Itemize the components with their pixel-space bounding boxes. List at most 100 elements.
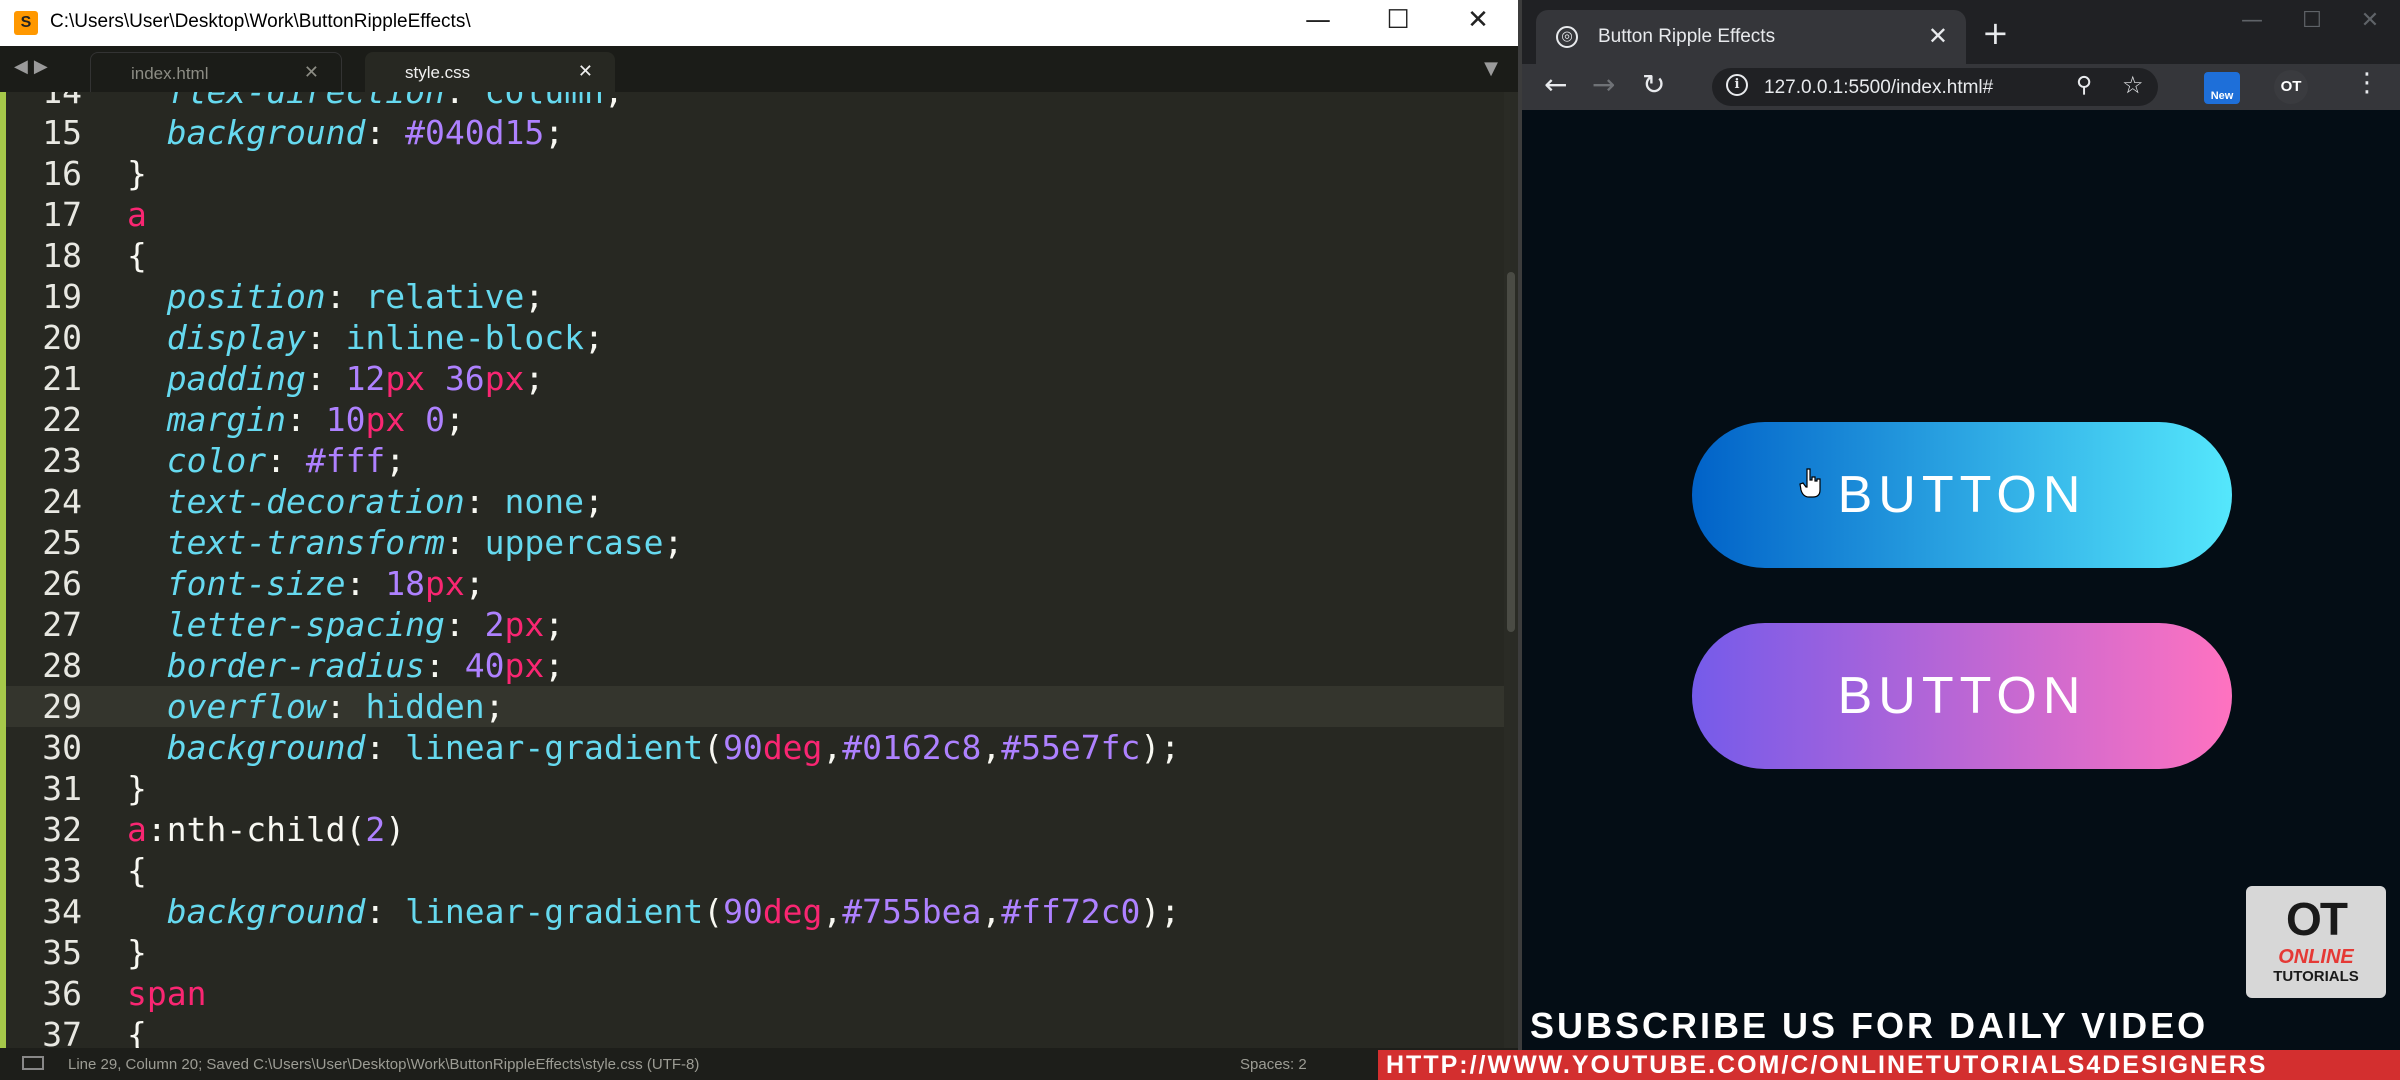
code-token: 12 <box>345 359 386 398</box>
scrollbar-thumb[interactable] <box>1507 272 1515 632</box>
browser-close-button[interactable]: ✕ <box>2340 8 2400 33</box>
code-line[interactable]: 36 span <box>0 973 1504 1014</box>
code-token: px <box>504 605 545 644</box>
code-line[interactable]: 28 border-radius: 40px; <box>0 645 1504 686</box>
code-token: ; <box>524 277 545 316</box>
url-text[interactable]: 127.0.0.1:5500/index.html# <box>1764 77 1993 99</box>
code-token: ; <box>584 482 604 521</box>
reload-icon[interactable]: ↻ <box>1642 68 1665 101</box>
code-line[interactable]: 15 background: #040d15; <box>0 112 1504 153</box>
code-line[interactable]: 37 { <box>0 1014 1504 1048</box>
code-text: } <box>127 932 147 973</box>
editor-status-bar: Line 29, Column 20; Saved C:\Users\User\… <box>0 1048 1518 1080</box>
code-text-area[interactable]: 14 flex-direction: column;15 background:… <box>0 92 1504 1048</box>
code-token: #ff72c0 <box>1001 892 1141 931</box>
site-info-icon[interactable]: i <box>1726 74 1748 96</box>
tab-index-html[interactable]: index.html ✕ <box>90 52 342 94</box>
code-token: display <box>127 318 306 357</box>
code-token: : <box>444 605 485 644</box>
code-token: font-size <box>127 564 346 603</box>
zoom-icon[interactable]: ⚲ <box>2076 73 2092 98</box>
code-line[interactable]: 14 flex-direction: column; <box>0 92 1504 112</box>
close-button[interactable]: ✕ <box>1450 5 1506 41</box>
code-token: ) <box>385 810 406 849</box>
code-token: ( <box>703 728 724 767</box>
forward-arrow-icon[interactable]: → <box>1592 68 1615 101</box>
tab-style-css[interactable]: style.css ✕ <box>365 52 615 92</box>
tab-list-dropdown-icon[interactable]: ▼ <box>1484 58 1498 79</box>
panel-toggle-icon[interactable] <box>22 1056 44 1070</box>
code-line[interactable]: 34 background: linear-gradient(90deg,#75… <box>0 891 1504 932</box>
editor-tab-bar: ◀▶ index.html ✕ style.css ✕ ▼ <box>0 46 1518 94</box>
browser-minimize-button[interactable]: — <box>2222 8 2282 33</box>
new-tab-button[interactable]: + <box>1982 14 2009 52</box>
bookmark-star-icon[interactable]: ☆ <box>2122 71 2144 99</box>
code-token: #0162c8 <box>842 728 982 767</box>
code-line[interactable]: 18 { <box>0 235 1504 276</box>
tab-nav-arrows-icon[interactable]: ◀▶ <box>14 56 54 77</box>
code-token: : <box>365 728 406 767</box>
line-number: 29 <box>42 687 82 726</box>
code-text: padding: 12px 36px; <box>127 358 545 399</box>
code-token: #55e7fc <box>1001 728 1141 767</box>
code-token: ; <box>544 113 565 152</box>
code-token: : <box>365 892 406 931</box>
browser-tab[interactable]: ◎ Button Ripple Effects ✕ <box>1536 10 1966 64</box>
line-number: 19 <box>42 277 82 316</box>
editor-scrollbar[interactable] <box>1504 92 1518 1048</box>
minimize-button[interactable]: — <box>1290 5 1346 41</box>
address-bar[interactable]: i 127.0.0.1:5500/index.html# ⚲ ☆ <box>1712 68 2158 106</box>
logo-line-online: ONLINE <box>2278 946 2354 968</box>
code-line[interactable]: 27 letter-spacing: 2px; <box>0 604 1504 645</box>
code-line[interactable]: 31} <box>0 768 1504 809</box>
line-number: 15 <box>42 113 82 152</box>
code-line[interactable]: 29 overflow: hidden; <box>0 686 1504 727</box>
code-text: background: #040d15; <box>127 112 564 153</box>
tab-close-icon[interactable]: ✕ <box>1928 22 1948 50</box>
code-line[interactable]: 20 display: inline-block; <box>0 317 1504 358</box>
tab-label: index.html <box>131 64 209 83</box>
more-menu-icon[interactable]: ⋮ <box>2354 68 2380 98</box>
code-token: : <box>305 318 346 357</box>
extension-icon[interactable]: New <box>2204 72 2240 104</box>
editor-window-title: C:\Users\User\Desktop\Work\ButtonRippleE… <box>50 11 471 32</box>
code-token: 36 <box>444 359 485 398</box>
code-line[interactable]: 32 a:nth-child(2) <box>0 809 1504 850</box>
tab-close-icon[interactable]: ✕ <box>578 61 593 82</box>
purple-pink-gradient-button[interactable]: BUTTON <box>1692 623 2232 769</box>
profile-avatar[interactable]: OT <box>2274 70 2308 104</box>
indentation-setting[interactable]: Spaces: 2 <box>1240 1056 1307 1073</box>
code-line[interactable]: 19 position: relative; <box>0 276 1504 317</box>
code-token: border-radius <box>127 646 426 685</box>
code-line[interactable]: 22 margin: 10px 0; <box>0 399 1504 440</box>
maximize-button[interactable]: ☐ <box>1370 5 1426 41</box>
code-line[interactable]: 30 background: linear-gradient(90deg,#01… <box>0 727 1504 768</box>
blue-gradient-button[interactable]: BUTTON <box>1692 422 2232 568</box>
code-editor-window: S C:\Users\User\Desktop\Work\ButtonRippl… <box>0 0 1518 1080</box>
tab-close-icon[interactable]: ✕ <box>304 62 319 83</box>
line-number: 20 <box>42 318 82 357</box>
code-token: { <box>127 1015 147 1048</box>
code-token: px <box>425 564 465 603</box>
code-token: { <box>127 851 147 890</box>
code-token: #fff <box>305 441 386 480</box>
back-arrow-icon[interactable]: ← <box>1544 68 1567 101</box>
code-line[interactable]: 33 { <box>0 850 1504 891</box>
code-line[interactable]: 17 a <box>0 194 1504 235</box>
code-line[interactable]: 16} <box>0 153 1504 194</box>
code-line[interactable]: 25 text-transform: uppercase; <box>0 522 1504 563</box>
code-text: display: inline-block; <box>127 317 604 358</box>
code-text: span <box>127 973 206 1014</box>
code-line[interactable]: 26 font-size: 18px; <box>0 563 1504 604</box>
code-text: font-size: 18px; <box>127 563 485 604</box>
code-line[interactable]: 23 color: #fff; <box>0 440 1504 481</box>
code-line[interactable]: 21 padding: 12px 36px; <box>0 358 1504 399</box>
subscribe-banner: SUBSCRIBE US FOR DAILY VIDEO <box>1530 1005 2209 1046</box>
browser-maximize-button[interactable]: ☐ <box>2282 8 2342 33</box>
code-text: text-transform: uppercase; <box>127 522 684 563</box>
tab-label: style.css <box>405 63 471 82</box>
code-line[interactable]: 35} <box>0 932 1504 973</box>
code-line[interactable]: 24 text-decoration: none; <box>0 481 1504 522</box>
code-token: , <box>981 728 1002 767</box>
code-token: 18 <box>385 564 426 603</box>
